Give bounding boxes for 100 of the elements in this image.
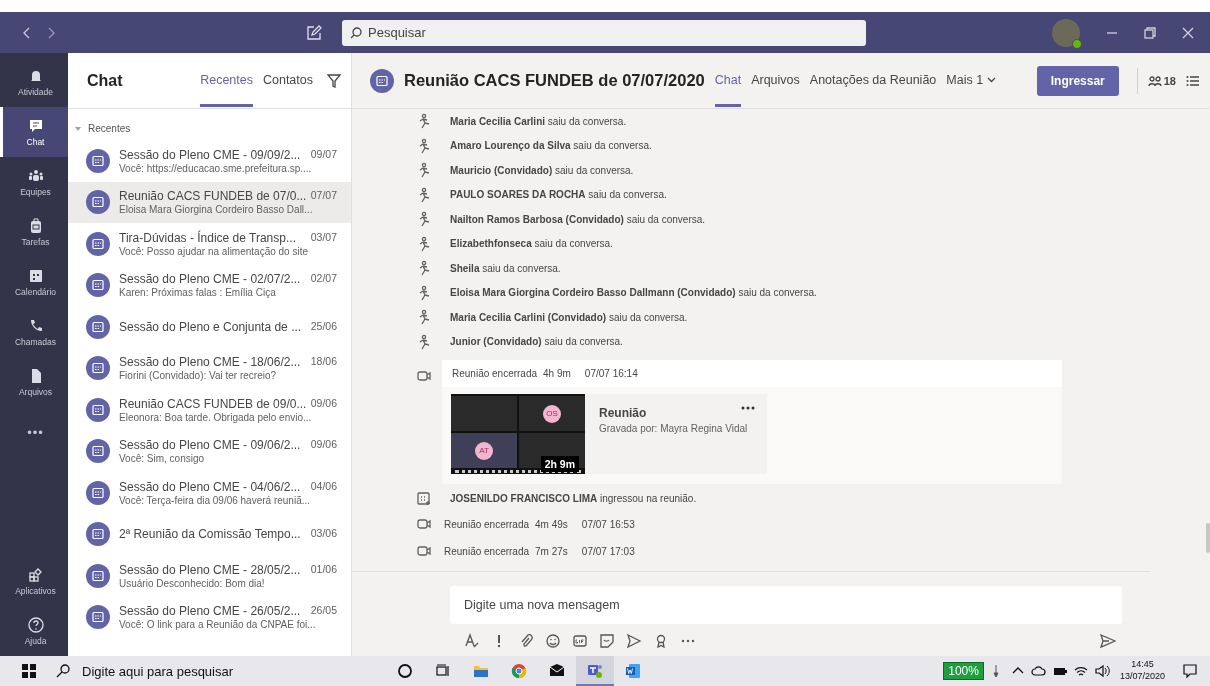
back-icon[interactable] (22, 26, 32, 39)
list-icon[interactable] (1186, 74, 1200, 87)
chat-list-item[interactable]: Sessão do Pleno CME - 04/06/2... 04/06 Você: Terça-feira dia 09/06 haverá reuniã... (68, 472, 351, 514)
chat-date: 03/07 (310, 230, 337, 245)
calendar-avatar-icon (86, 480, 110, 505)
envelope-icon[interactable] (549, 663, 565, 679)
chat-date: 09/06 (310, 396, 337, 411)
rail-item[interactable]: Ajuda (0, 606, 68, 656)
close-icon[interactable] (1182, 26, 1194, 39)
clock[interactable]: 14:45 13/07/2020 (1119, 659, 1165, 683)
chat-list-item[interactable]: Sessão do Pleno CME - 26/05/2... 26/05 Você: O link para a Reunião da CNPAE foi... (68, 596, 351, 638)
chat-list-item[interactable]: Sessão do Pleno CME - 18/06/2... 18/06 Fiorini (Convidado): Vai ter recreio? (68, 347, 351, 389)
task-view-icon[interactable] (435, 663, 451, 679)
event-label: Reunião encerrada (444, 545, 530, 557)
event-message: Sheila saiu da conversa. (450, 262, 561, 274)
more-options-icon[interactable] (741, 406, 755, 410)
recording-card[interactable]: OS AT 2h 9m Reunião Gravada por: Mayra Regina Vidal (451, 394, 767, 474)
chat-preview: Você: Posso ajudar na alimentação do site (119, 245, 309, 257)
filter-icon[interactable] (327, 73, 341, 88)
participants-button[interactable]: 18 (1147, 74, 1176, 87)
chat-list-item[interactable]: Sessão do Pleno e Conjunta de ... 25/06 (68, 306, 351, 348)
chat-preview: Karen: Próximas falas : Emília Ciça (119, 287, 277, 299)
scrollbar-thumb[interactable] (1206, 523, 1210, 553)
chat-list-item[interactable]: Tira-Dúvidas - Índice de Transp... 03/07 Você: Posso ajudar na alimentação do site (68, 223, 351, 265)
chat-preview: Você: https://educacao.sme.prefeitura.sp.... (119, 162, 313, 174)
calendar-avatar-icon (86, 397, 110, 422)
tab[interactable]: Recentes (200, 54, 253, 107)
chat-list-item[interactable]: Sessão do Pleno CME - 09/06/2... 09/06 Você: Sim, consigo (68, 430, 351, 472)
windows-logo-icon[interactable] (22, 664, 36, 678)
calendar-avatar-icon (86, 356, 110, 381)
cloud-icon[interactable] (1030, 663, 1047, 679)
folder-icon[interactable] (473, 663, 489, 679)
chat-title: Sessão do Pleno CME - 02/07/2... (119, 272, 301, 287)
avatar[interactable] (1052, 18, 1080, 47)
message-field[interactable]: Digite uma nova mensagem (450, 586, 1122, 624)
caret-icon (74, 125, 82, 132)
tab[interactable]: Anotações da Reunião (809, 54, 937, 107)
rail-item[interactable]: Equipes (0, 157, 68, 207)
video-tile (451, 396, 517, 431)
sticker-icon[interactable] (599, 633, 615, 649)
chat-list-item[interactable]: Sessão do Pleno CME - 28/05/2... 01/06 Usuário Desconhecido: Bom dia! (68, 555, 351, 597)
chat-list-item[interactable]: Sessão do Pleno CME - 02/07/2... 02/07 Karen: Próximas falas : Emília Ciça (68, 264, 351, 306)
taskbar-search-field[interactable]: Digite aqui para pesquisar (80, 662, 386, 680)
rail-item[interactable]: Chamadas (0, 307, 68, 357)
video-camera-icon (416, 368, 432, 384)
rail-item[interactable]: Atividade (0, 57, 68, 107)
calendar-avatar-icon (86, 190, 110, 215)
chat-preview: Usuário Desconhecido: Bom dia! (119, 577, 266, 589)
emoji-icon[interactable] (545, 633, 561, 649)
chrome-icon[interactable] (511, 663, 527, 679)
rail-item[interactable]: Tarefas (0, 207, 68, 257)
teams-icon[interactable] (587, 662, 603, 678)
meeting-duration: 4m 49s (535, 518, 568, 530)
search-icon[interactable] (56, 664, 70, 678)
chat-title: 2ª Reunião da Comissão Tempo... (119, 527, 301, 542)
send-icon[interactable] (1100, 633, 1116, 649)
notification-icon[interactable] (1182, 663, 1198, 679)
restore-icon[interactable] (1144, 26, 1156, 39)
circle-icon[interactable] (397, 663, 413, 679)
event-time: 07/07 17:03 (581, 545, 635, 557)
chat-list-item[interactable]: Sessão do Pleno CME - 09/09/2... 09/07 Você: https://educacao.sme.prefeitura.sp.... (68, 140, 351, 182)
event-message: Elizabethfonseca saiu da conversa. (450, 238, 613, 250)
search-field[interactable]: Pesquisar (342, 19, 866, 46)
more-button[interactable]: ••• (0, 407, 68, 457)
event-message: Nailton Ramos Barbosa (Convidado) saiu da conversa. (450, 213, 706, 225)
chat-title: Sessão do Pleno CME - 18/06/2... (119, 355, 301, 370)
chat-title: Sessão do Pleno CME - 04/06/2... (119, 479, 301, 494)
tab[interactable]: Arquivos (751, 54, 800, 107)
gif-icon[interactable] (572, 633, 588, 649)
rail-item[interactable]: Chat (0, 107, 68, 157)
rail-item[interactable]: Arquivos (0, 357, 68, 407)
join-button[interactable]: Ingressar (1036, 65, 1119, 96)
word-icon[interactable] (625, 663, 641, 679)
video-camera-icon (416, 543, 432, 559)
chat-date: 09/06 (310, 438, 337, 453)
clock-time: 14:45 (1131, 659, 1154, 671)
chat-preview: Eleonora: Boa tarde. Obrigada pelo envio... (119, 411, 313, 423)
chat-list-item[interactable]: Reunião CACS FUNDEB de 09/0... 09/06 Eleonora: Boa tarde. Obrigada pelo envio... (68, 389, 351, 431)
tab[interactable]: Mais 1 (946, 54, 997, 107)
chat-date: 18/06 (310, 355, 337, 370)
format-icon[interactable] (464, 633, 480, 649)
calendar-avatar-icon (86, 439, 110, 464)
compose-icon[interactable] (306, 24, 322, 41)
rail-item[interactable]: Aplicativos (0, 556, 68, 606)
tab[interactable]: Contatos (262, 54, 313, 107)
send-video-icon[interactable] (626, 633, 642, 649)
chat-date: 03/06 (310, 527, 337, 542)
chat-list-item[interactable]: Reunião CACS FUNDEB de 07/0... 07/07 Eloisa Mara Giorgina Cordeiro Basso Dall... (68, 181, 351, 223)
chat-title: Reunião CACS FUNDEB de 09/0... (119, 396, 307, 411)
rail-item[interactable]: Calendário (0, 257, 68, 307)
duration-badge: 2h 9m (540, 456, 579, 472)
calendar-avatar-icon (86, 148, 110, 173)
tab[interactable]: Chat (714, 54, 742, 107)
speaker-icon[interactable] (1093, 663, 1110, 679)
chat-title: Sessão do Pleno CME - 26/05/2... (119, 604, 301, 619)
chat-list-item[interactable]: 2ª Reunião da Comissão Tempo... 03/06 (68, 513, 351, 555)
people-icon (27, 167, 44, 184)
event-message: PAULO SOARES DA ROCHA saiu da conversa. (450, 189, 667, 201)
chat-preview: Você: Sim, consigo (119, 453, 206, 465)
forward-icon[interactable] (46, 26, 56, 39)
